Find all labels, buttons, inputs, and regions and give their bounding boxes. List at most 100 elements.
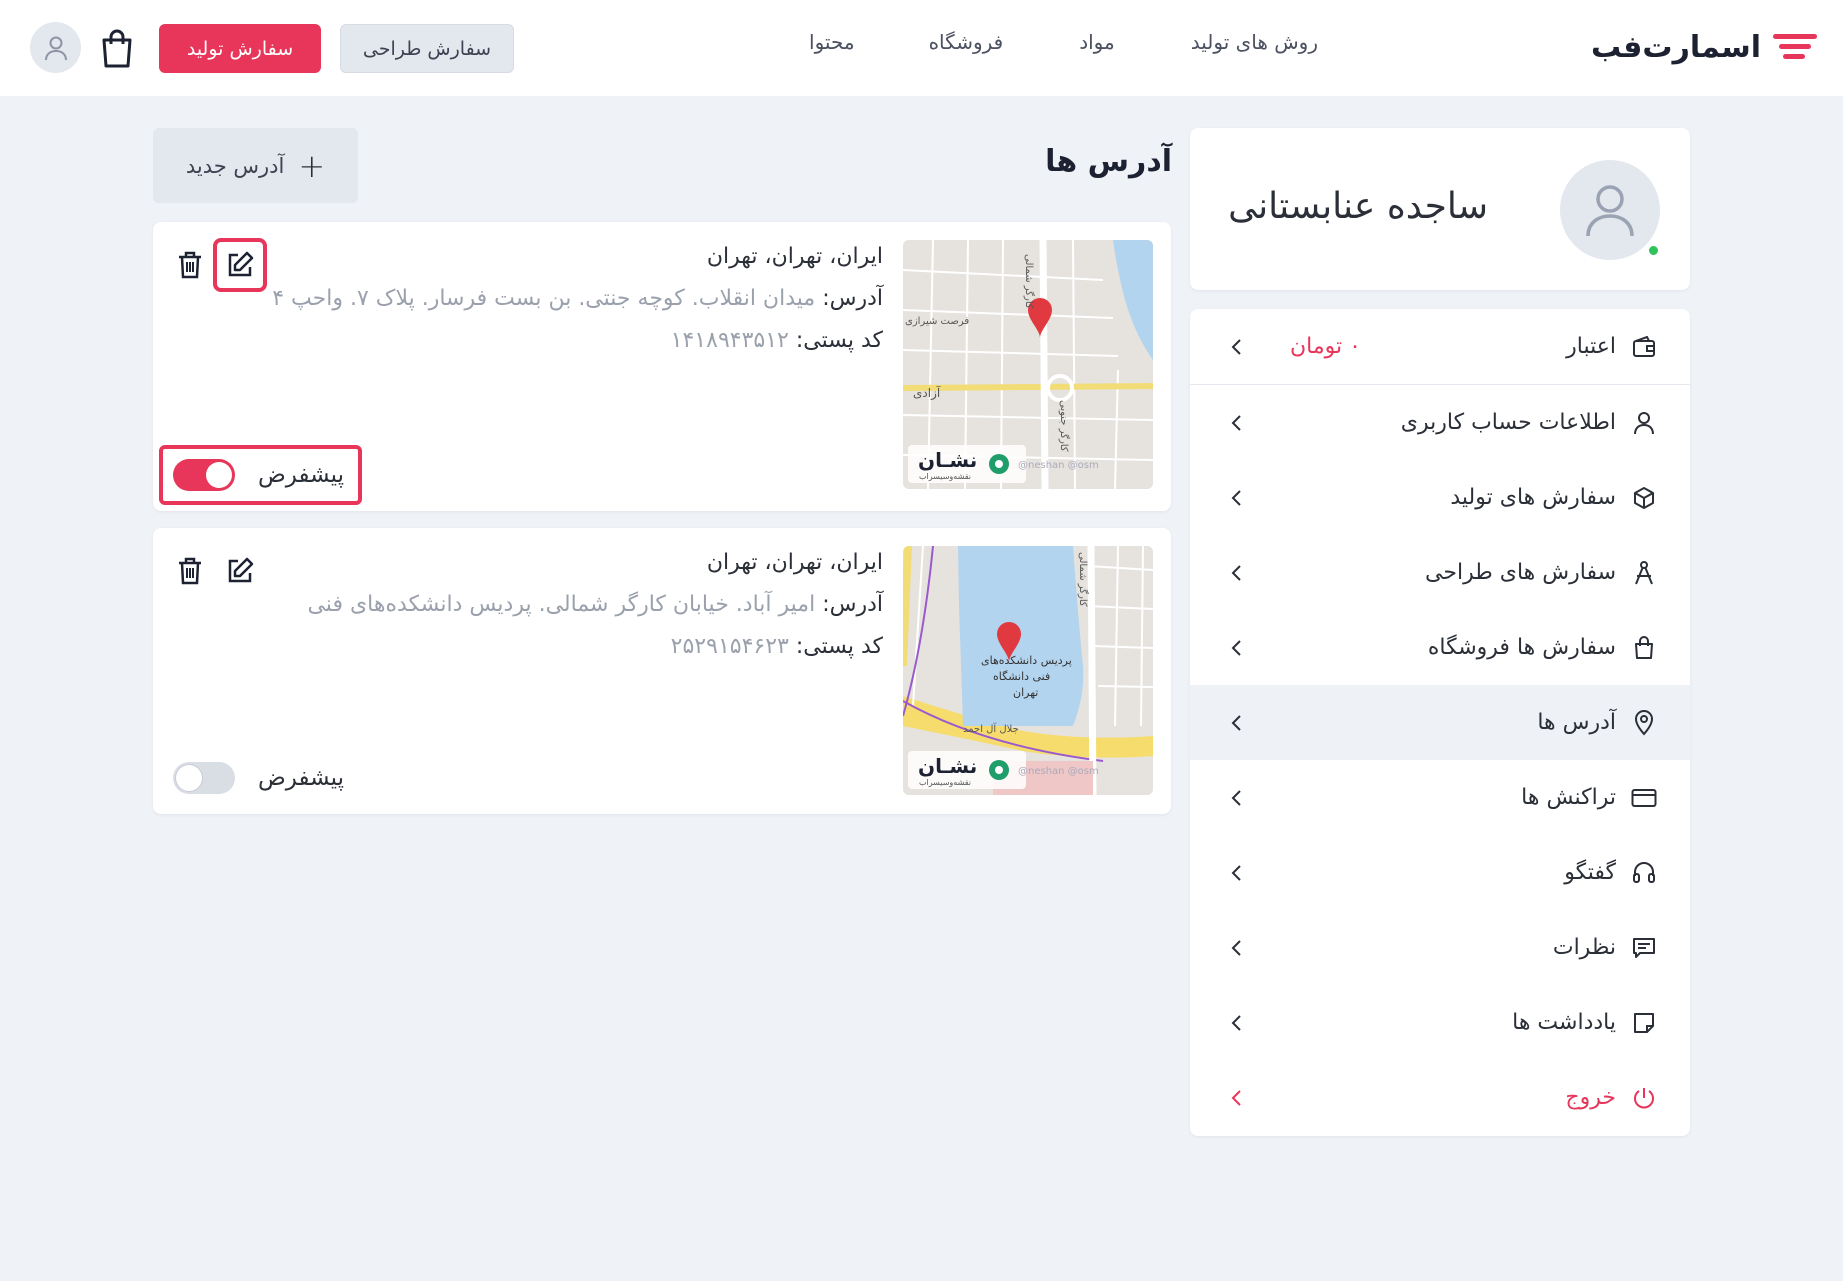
headset-icon <box>1631 860 1657 886</box>
postal-field-label: کد پستی: <box>795 634 883 659</box>
edit-icon[interactable] <box>213 238 267 292</box>
plus-icon: + <box>298 146 326 185</box>
menu-label-chat: گفتگو <box>1564 860 1616 885</box>
default-toggle[interactable] <box>173 459 235 491</box>
chevron-left-icon <box>1230 788 1244 808</box>
profile-name: ساجده عنابستانی <box>1228 186 1488 227</box>
site-logo[interactable]: اسمارت‌فب <box>1591 22 1817 72</box>
chevron-left-icon <box>1230 863 1244 883</box>
chevron-left-icon <box>1230 1013 1244 1033</box>
menu-label-account-info: اطلاعات حساب کاربری <box>1400 410 1616 435</box>
shopping-bag-icon[interactable] <box>100 28 134 68</box>
address-map[interactable]: نشـان نقشه‌وسیسراب پردیس دانشکده‌های فنی… <box>903 546 1153 795</box>
menu-label-production-orders: سفارش های تولید <box>1450 485 1616 510</box>
menu-label-comments: نظرات <box>1552 935 1616 960</box>
profile-card: ساجده عنابستانی <box>1190 128 1690 290</box>
page-title: آدرس ها <box>1045 144 1172 179</box>
default-toggle-row[interactable]: پیشفرض <box>159 445 362 505</box>
default-label: پیشفرض <box>258 765 344 791</box>
comment-icon <box>1631 935 1657 961</box>
map-label: آزادی <box>913 386 941 400</box>
chevron-left-icon <box>1230 938 1244 958</box>
toggle-knob <box>206 462 232 488</box>
online-status-dot <box>1647 244 1660 257</box>
address-postal: کد پستی: ۲۵۲۹۱۵۴۶۲۳ <box>671 634 883 659</box>
map-label: کارگر شمالی <box>1077 552 1088 607</box>
location-pin-icon <box>1631 709 1657 736</box>
nav-shop[interactable]: فروشگاه <box>929 30 1004 54</box>
new-address-label: آدرس جدید <box>185 153 285 178</box>
menu-item-credit[interactable]: اعتبار ۰ تومان <box>1190 309 1690 384</box>
address-region: ایران، تهران، تهران <box>706 550 883 575</box>
map-attribution: @neshan @osm <box>1018 766 1099 777</box>
logo-mark-icon <box>1773 30 1817 64</box>
map-label: فرصت شیرازی <box>905 316 970 327</box>
map-brand: نشـان <box>918 448 978 472</box>
address-card: نشـان نقشه‌وسیسراب پردیس دانشکده‌های فنی… <box>153 528 1171 814</box>
user-avatar-icon[interactable] <box>30 22 81 73</box>
nav-content[interactable]: محتوا <box>809 30 855 54</box>
box-icon <box>1631 485 1657 511</box>
menu-label-credit: اعتبار <box>1566 334 1616 359</box>
menu-item-chat[interactable]: گفتگو <box>1190 835 1690 910</box>
design-order-button[interactable]: سفارش طراحی <box>340 24 514 73</box>
logo-text: اسمارت‌فب <box>1591 29 1761 65</box>
menu-item-comments[interactable]: نظرات <box>1190 910 1690 985</box>
address-map[interactable]: نشـان نقشه‌وسیسراب فرصت شیرازی آزادی کار… <box>903 240 1153 489</box>
map-label: پردیس دانشکده‌های <box>981 654 1072 667</box>
default-toggle[interactable] <box>173 762 235 794</box>
menu-label-transactions: تراکنش ها <box>1521 785 1616 810</box>
account-menu: اعتبار ۰ تومان اطلاعات حساب کاربری سفارش… <box>1190 309 1690 1136</box>
map-label: جلال آل احمد <box>963 724 1019 735</box>
default-toggle-row[interactable]: پیشفرض <box>159 748 362 808</box>
map-label: کارگر شمالی <box>1023 254 1034 309</box>
address-street: آدرس: امیر آباد. خیابان کارگر شمالی. پرد… <box>307 592 883 617</box>
chevron-left-icon <box>1230 563 1244 583</box>
production-order-button[interactable]: سفارش تولید <box>159 24 321 73</box>
credit-card-icon <box>1631 785 1657 811</box>
map-brand: نشـان <box>918 754 978 778</box>
credit-balance: ۰ تومان <box>1290 334 1361 359</box>
nav-materials[interactable]: مواد <box>1079 30 1115 54</box>
map-label: تهران <box>1013 686 1039 699</box>
chevron-left-icon <box>1230 488 1244 508</box>
menu-label-addresses: آدرس ها <box>1537 710 1616 735</box>
postal-field-label: کد پستی: <box>795 328 883 353</box>
shopping-bag-icon <box>1631 635 1657 661</box>
chevron-left-icon <box>1230 337 1244 357</box>
profile-avatar-icon[interactable] <box>1560 160 1660 260</box>
main-nav: روش های تولید مواد فروشگاه محتوا <box>809 30 1318 54</box>
postal-value: ۲۵۲۹۱۵۴۶۲۳ <box>670 634 789 659</box>
trash-icon[interactable] <box>163 544 217 598</box>
power-icon <box>1631 1085 1657 1111</box>
address-value: امیر آباد. خیابان کارگر شمالی. پردیس دان… <box>307 592 816 617</box>
chevron-left-icon <box>1230 713 1244 733</box>
wallet-icon <box>1631 334 1657 360</box>
compass-icon <box>1631 560 1657 586</box>
new-address-button[interactable]: + آدرس جدید <box>153 128 358 203</box>
map-label: فنی دانشگاه <box>993 670 1051 683</box>
menu-item-production-orders[interactable]: سفارش های تولید <box>1190 460 1690 535</box>
chevron-left-icon <box>1230 413 1244 433</box>
menu-item-logout[interactable]: خروج <box>1190 1060 1690 1135</box>
menu-label-shop-orders: سفارش ها فروشگاه <box>1427 635 1616 660</box>
default-label: پیشفرض <box>258 462 344 488</box>
menu-label-notes: یادداشت ها <box>1512 1010 1616 1035</box>
edit-icon[interactable] <box>213 544 267 598</box>
menu-item-account-info[interactable]: اطلاعات حساب کاربری <box>1190 385 1690 460</box>
menu-item-design-orders[interactable]: سفارش های طراحی <box>1190 535 1690 610</box>
address-region: ایران، تهران، تهران <box>706 244 883 269</box>
menu-item-shop-orders[interactable]: سفارش ها فروشگاه <box>1190 610 1690 685</box>
menu-item-transactions[interactable]: تراکنش ها <box>1190 760 1690 835</box>
map-label: کارگر جنوبی <box>1058 400 1069 452</box>
map-brand-sub: نقشه‌وسیسراب <box>919 778 971 787</box>
menu-label-design-orders: سفارش های طراحی <box>1425 560 1616 585</box>
address-card: نشـان نقشه‌وسیسراب فرصت شیرازی آزادی کار… <box>153 222 1171 511</box>
address-value: میدان انقلاب. کوچه جنتی. بن بست فرسار. پ… <box>272 286 816 311</box>
note-icon <box>1631 1010 1657 1036</box>
postal-value: ۱۴۱۸۹۴۳۵۱۲ <box>670 328 789 353</box>
menu-item-addresses[interactable]: آدرس ها <box>1190 685 1690 760</box>
menu-item-notes[interactable]: یادداشت ها <box>1190 985 1690 1060</box>
nav-production-methods[interactable]: روش های تولید <box>1191 30 1318 54</box>
trash-icon[interactable] <box>163 238 217 292</box>
